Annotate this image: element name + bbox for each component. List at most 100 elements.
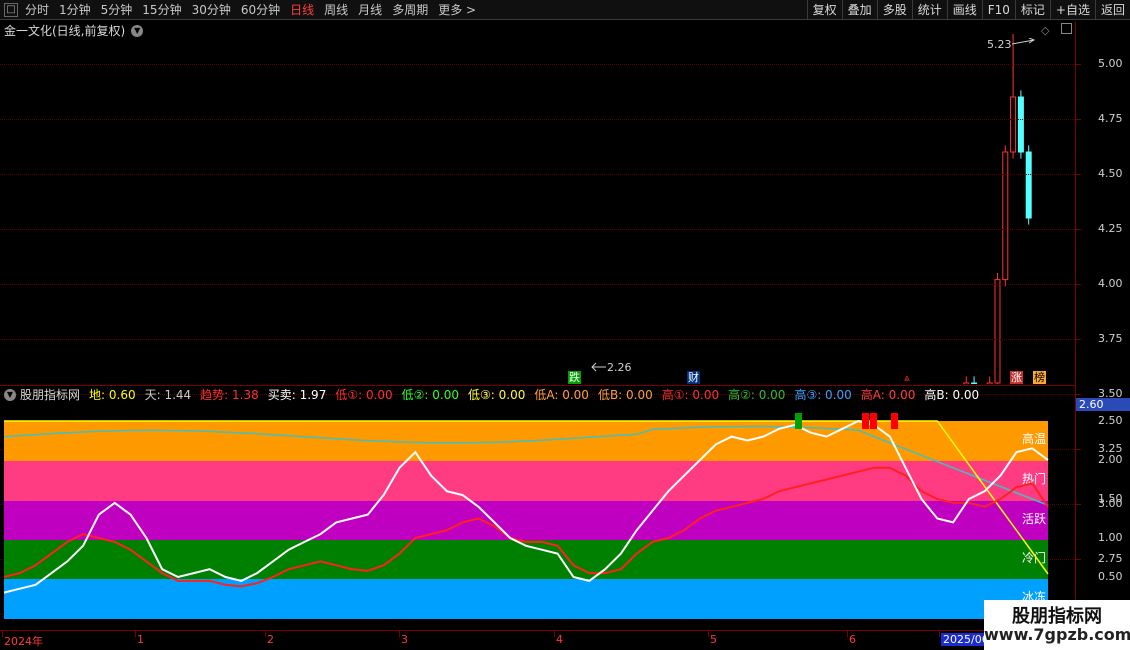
price-gridline xyxy=(0,339,1075,340)
indicator-value-3: 买卖: 1.97 xyxy=(267,388,327,402)
high-arrow-icon xyxy=(1012,38,1036,45)
period-tab-4[interactable]: 30分钟 xyxy=(187,0,236,20)
price-gridline xyxy=(0,284,1075,285)
signal-zhang-badge: 涨 xyxy=(1010,371,1023,384)
period-tab-2[interactable]: 5分钟 xyxy=(96,0,138,20)
tool-button-8[interactable]: 返回 xyxy=(1094,0,1130,20)
indicator-value-8: 低B: 0.00 xyxy=(597,388,653,402)
indicator-tick-label: 1.50 xyxy=(1098,492,1123,505)
tool-button-1[interactable]: 叠加 xyxy=(841,0,877,20)
tool-buttons: 复权 叠加 多股 统计 画线 F10 标记 +自选 返回 xyxy=(806,0,1130,20)
price-tick xyxy=(1076,339,1081,340)
date-tick xyxy=(939,631,940,637)
price-tick-label: 4.00 xyxy=(1098,277,1123,290)
period-tab-1[interactable]: 1分钟 xyxy=(54,0,96,20)
tool-button-3[interactable]: 统计 xyxy=(911,0,947,20)
period-tab-9[interactable]: 多周期 xyxy=(387,0,433,20)
period-tab-6[interactable]: 日线 xyxy=(285,0,319,20)
signal-bar xyxy=(795,413,802,429)
price-tick xyxy=(1076,394,1081,395)
signal-bar xyxy=(862,413,869,429)
period-toolbar: □ 分时 1分钟 5分钟 15分钟 30分钟 60分钟 日线 周线 月线 多周期 更多 > 复权 叠加… xyxy=(0,0,1130,20)
candle-body xyxy=(1025,151,1032,219)
price-tick xyxy=(1076,284,1081,285)
indicator-value-13: 高B: 0.00 xyxy=(924,388,980,402)
tool-button-6[interactable]: 标记 xyxy=(1014,0,1050,20)
date-tick xyxy=(135,631,136,637)
period-tab-0[interactable]: 分时 xyxy=(20,0,54,20)
indicator-name: 股朋指标网 xyxy=(20,388,81,402)
indicator-value-7: 低A: 0.00 xyxy=(534,388,589,402)
period-tabs: 分时 1分钟 5分钟 15分钟 30分钟 60分钟 日线 周线 月线 多周期 更多 > xyxy=(20,0,481,20)
price-gridline xyxy=(0,229,1075,230)
indicator-menu-icon[interactable]: ▼ xyxy=(4,388,16,401)
date-tick xyxy=(708,631,709,637)
price-tick xyxy=(1076,174,1081,175)
price-tick xyxy=(1076,119,1081,120)
indicator-lines xyxy=(3,413,1049,594)
tool-button-2[interactable]: 多股 xyxy=(876,0,912,20)
signal-cai-badge: 财 xyxy=(687,371,700,384)
watermark-url: www.7gpzb.com xyxy=(984,625,1130,644)
back-square-icon[interactable]: □ xyxy=(4,3,18,17)
indicator-value-5: 低②: 0.00 xyxy=(401,388,460,402)
price-gridline xyxy=(0,119,1075,120)
period-tab-5[interactable]: 60分钟 xyxy=(236,0,285,20)
price-tick xyxy=(1076,449,1081,450)
candlestick-chart[interactable] xyxy=(0,34,1075,384)
watermark-logo: 股朋指标网 www.7gpzb.com xyxy=(984,600,1130,650)
signal-bang-badge: 榜 xyxy=(1033,371,1046,384)
price-tick-label: 3.75 xyxy=(1098,332,1123,345)
date-label: 2024年 xyxy=(4,635,43,648)
signal-bar xyxy=(891,413,898,429)
price-gridline xyxy=(0,174,1075,175)
date-label: 1 xyxy=(137,633,144,646)
date-label: 3 xyxy=(401,633,408,646)
indicator-tick-label: 0.50 xyxy=(1098,570,1123,583)
candle-body xyxy=(971,382,978,384)
candle-body xyxy=(1002,151,1009,281)
indicator-tick-label: 2.00 xyxy=(1098,453,1123,466)
low-annotation: 2.26 xyxy=(607,361,632,374)
indicator-value-2: 趋势: 1.38 xyxy=(200,388,259,402)
indicator-line-trend xyxy=(3,466,1049,588)
price-tick-label: 4.75 xyxy=(1098,112,1123,125)
price-gridline xyxy=(0,64,1075,65)
indicator-value-9: 高①: 0.00 xyxy=(661,388,720,402)
date-label: 5 xyxy=(710,633,717,646)
indicator-current-value: 2.60 xyxy=(1076,398,1130,411)
date-tick xyxy=(2,631,3,637)
price-tick-label: 4.25 xyxy=(1098,222,1123,235)
date-tick xyxy=(399,631,400,637)
high-annotation: 5.23 xyxy=(987,38,1012,51)
tool-button-0[interactable]: 复权 xyxy=(806,0,842,20)
indicator-tick-label: 1.00 xyxy=(1098,531,1123,544)
indicator-value-4: 低①: 0.00 xyxy=(335,388,393,402)
low-arrow-icon xyxy=(591,362,606,372)
tool-button-5[interactable]: F10 xyxy=(981,0,1015,20)
candle-body xyxy=(986,382,993,384)
indicator-value-10: 高②: 0.00 xyxy=(728,388,786,402)
tool-button-7[interactable]: +自选 xyxy=(1049,0,1095,20)
indicator-values: 地: 0.60 天: 1.44 趋势: 1.38 买卖: 1.97 低①: 0.00 低②… xyxy=(84,386,983,403)
indicator-header: ▼ 股朋指标网 地: 0.60 天: 1.44 趋势: 1.38 买卖: 1.97 低①… xyxy=(0,385,1075,403)
date-label: 6 xyxy=(849,633,856,646)
date-label: 2 xyxy=(267,633,274,646)
window-toggle-icon[interactable] xyxy=(1061,23,1072,34)
price-tick xyxy=(1076,64,1081,65)
candle-body xyxy=(963,382,970,384)
tool-button-4[interactable]: 画线 xyxy=(946,0,982,20)
price-axis-line xyxy=(1075,22,1076,630)
up-arrow-icon: ⩓ xyxy=(904,373,910,384)
indicator-value-0: 地: 0.60 xyxy=(89,388,136,402)
indicator-value-1: 天: 1.44 xyxy=(144,388,192,402)
period-tab-10[interactable]: 更多 > xyxy=(433,0,481,20)
candle-body xyxy=(1017,96,1024,153)
date-tick xyxy=(847,631,848,637)
period-tab-3[interactable]: 15分钟 xyxy=(137,0,186,20)
price-tick-label: 5.00 xyxy=(1098,57,1123,70)
period-tab-7[interactable]: 周线 xyxy=(319,0,353,20)
date-tick xyxy=(554,631,555,637)
period-tab-8[interactable]: 月线 xyxy=(353,0,387,20)
price-tick xyxy=(1076,229,1081,230)
